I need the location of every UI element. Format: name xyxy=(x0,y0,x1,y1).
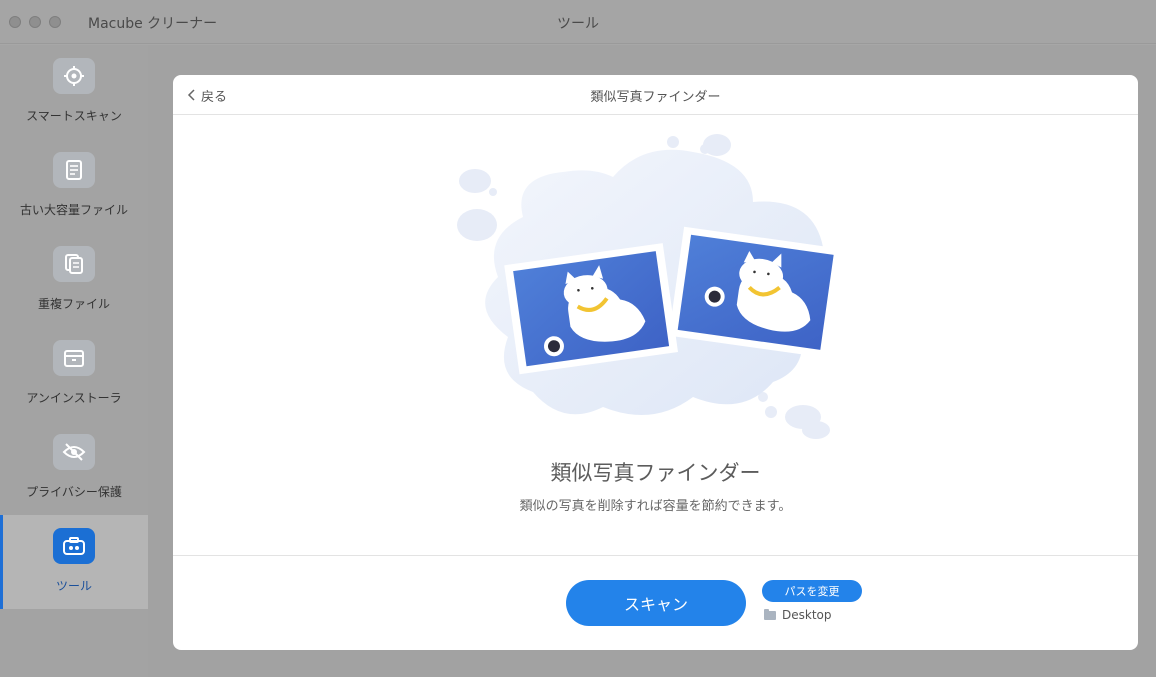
sidebar-item-large-files[interactable]: 古い大容量ファイル xyxy=(0,139,148,233)
feature-title: 類似写真ファインダー xyxy=(550,461,761,485)
title-bar: Macube クリーナー ツール xyxy=(0,0,1156,44)
toolbox-icon xyxy=(53,528,95,564)
document-icon xyxy=(53,152,95,188)
sidebar-item-label: スマートスキャン xyxy=(26,109,122,123)
similar-photos-illustration xyxy=(457,134,843,439)
copy-files-icon xyxy=(53,246,95,282)
scan-button[interactable]: スキャン xyxy=(566,580,746,626)
panel-header: 戻る 類似写真ファインダー xyxy=(173,75,1138,115)
footer-divider xyxy=(173,555,1138,556)
panel-title: 類似写真ファインダー xyxy=(590,90,721,105)
window-title: ツール xyxy=(557,16,599,32)
feature-description: 類似の写真を削除すれば容量を節約できます。 xyxy=(519,499,792,514)
sidebar-item-privacy[interactable]: プライバシー保護 xyxy=(0,421,148,515)
sidebar: スマートスキャン 古い大容量ファイル 重複ファイル アンインストーラ プライバシ… xyxy=(0,45,148,677)
sidebar-item-label: 古い大容量ファイル xyxy=(19,203,128,217)
scan-path: Desktop xyxy=(764,608,832,622)
sidebar-item-duplicate-files[interactable]: 重複ファイル xyxy=(0,233,148,327)
similar-photo-finder-panel: 戻る 類似写真ファインダー 類似写真ファインダー 類似の写真を削除すれば容量を節… xyxy=(173,75,1138,650)
app-window: Macube クリーナー ツール スマートスキャン 古い大容量ファイル 重複ファ… xyxy=(0,0,1156,677)
sidebar-item-tools[interactable]: ツール xyxy=(0,515,148,609)
target-icon xyxy=(53,58,95,94)
sidebar-item-label: ツール xyxy=(55,579,92,593)
sidebar-item-label: プライバシー保護 xyxy=(26,485,122,499)
sidebar-item-label: 重複ファイル xyxy=(37,297,110,311)
sidebar-item-smart-scan[interactable]: スマートスキャン xyxy=(0,45,148,139)
scan-path-label: Desktop xyxy=(782,608,832,622)
box-icon xyxy=(53,340,95,376)
folder-icon xyxy=(764,608,776,620)
change-path-button[interactable]: パスを変更 xyxy=(762,580,862,602)
sidebar-item-uninstaller[interactable]: アンインストーラ xyxy=(0,327,148,421)
sidebar-item-label: アンインストーラ xyxy=(26,391,122,405)
eye-off-icon xyxy=(53,434,95,470)
